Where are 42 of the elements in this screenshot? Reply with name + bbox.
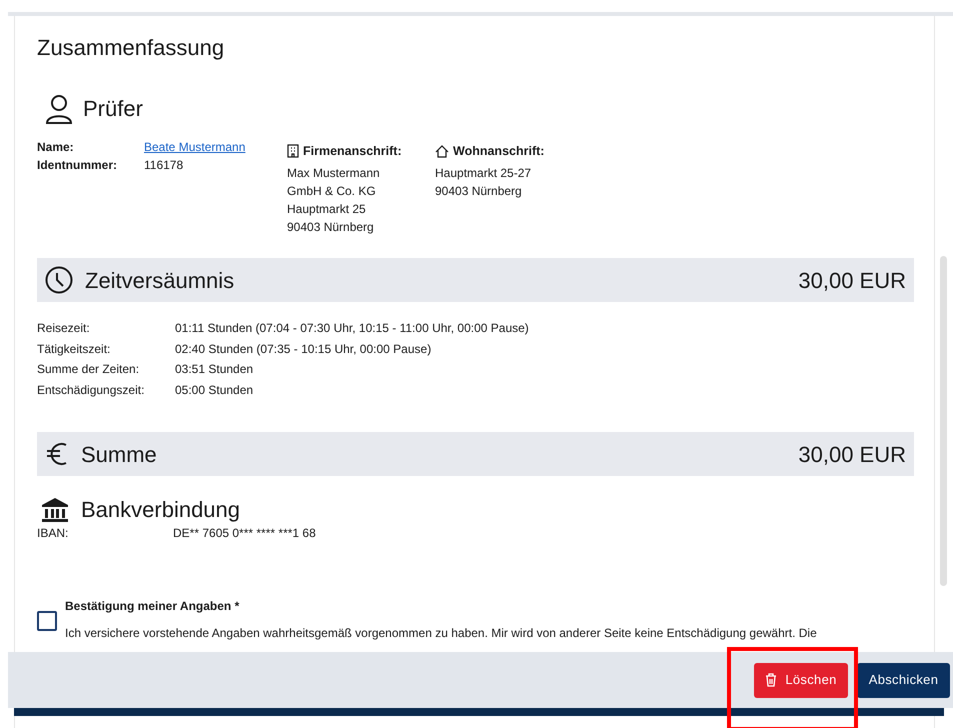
field-value: 116178 [144, 157, 184, 174]
checkbox-label: Bestätigung meiner Angaben * [65, 598, 240, 615]
house-icon [435, 144, 449, 158]
address-line: Hauptmarkt 25 [287, 201, 367, 218]
row-value: 02:40 Stunden (07:35 - 10:15 Uhr, 00:00 Pause) [175, 340, 432, 358]
row-label: Reisezeit: [37, 320, 91, 337]
section-heading: Summe [81, 440, 157, 468]
section-heading: Prüfer [83, 95, 143, 123]
address-line: GmbH & Co. KG [287, 183, 377, 200]
trash-icon [765, 673, 778, 687]
address-line: 90403 Nürnberg [287, 219, 375, 236]
clock-icon [45, 266, 73, 294]
row-value: 01:11 Stunden (07:04 - 07:30 Uhr, 10:15 - 11:00 Uhr, 00:00 Pause) [175, 320, 530, 337]
row-label: Tätigkeitszeit: [37, 340, 112, 358]
scrollbar-thumb[interactable] [940, 256, 947, 586]
delete-button[interactable]: Löschen [754, 662, 848, 698]
address-label: Wohnanschrift: [453, 143, 544, 160]
person-icon [45, 94, 73, 124]
address-line: Max Mustermann [287, 165, 381, 182]
row-value: 03:51 Stunden [175, 361, 254, 378]
row-value: DE** 7605 0*** **** ***1 68 [173, 525, 317, 542]
section-heading: Zeitversäumnis [85, 266, 234, 294]
checkbox[interactable] [37, 611, 57, 631]
bank-icon [41, 497, 69, 523]
row-label: Summe der Zeiten: [37, 361, 140, 378]
name-link[interactable]: Beate Mustermann [144, 138, 246, 156]
amount: 30,00 EUR [798, 266, 906, 294]
address-line: Hauptmarkt 25-27 [435, 165, 532, 182]
field-label: Name: [37, 139, 75, 156]
confirmation-text: Ich versichere vorstehende Angaben wahrheitsgemäß vorgenommen zu haben. Mir wird von anderer Seite keine Entschädigung gewährt. Die [65, 625, 817, 642]
row-label: IBAN: [37, 525, 70, 542]
submit-button[interactable]: Abschicken [857, 662, 950, 698]
row-label: Entschädigungszeit: [37, 382, 146, 398]
address-label: Firmenanschrift: [303, 143, 402, 160]
amount: 30,00 EUR [798, 440, 906, 468]
euro-icon [45, 441, 69, 467]
field-label: Identnummer: [37, 157, 118, 174]
address-line: 90403 Nürnberg [435, 183, 523, 200]
page-title: Zusammenfassung [37, 34, 226, 62]
section-heading: Bankverbindung [81, 496, 240, 524]
building-icon [287, 144, 299, 158]
row-value: 05:00 Stunden [175, 382, 254, 398]
